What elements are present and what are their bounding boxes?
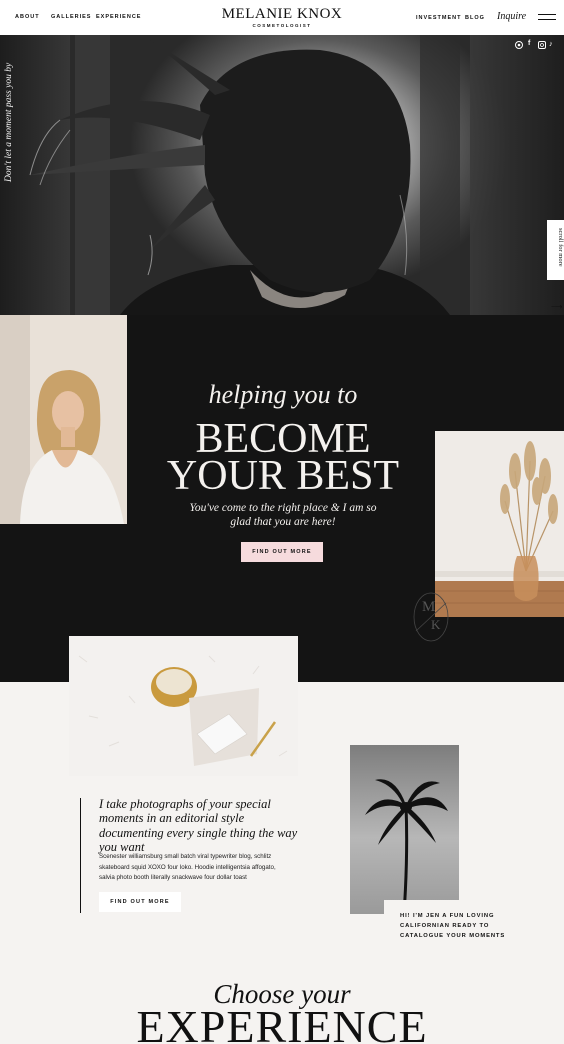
hero-quote: Don't let a moment pass you by (4, 62, 14, 182)
divider-line (80, 798, 81, 913)
hamburger-icon[interactable] (538, 13, 556, 21)
nav-investment[interactable]: INVESTMENT (416, 15, 461, 21)
feature-subtext: You've come to the right place & I am so… (189, 502, 377, 529)
scroll-for-more-label[interactable]: scroll for more (547, 224, 564, 270)
portrait-photo (0, 315, 127, 524)
arrow-right-icon[interactable]: ⟶ (551, 303, 562, 311)
monogram-logo: M K (412, 591, 450, 643)
hero-image: Don't let a moment pass you by f ♪ (0, 35, 564, 315)
pinterest-icon[interactable] (515, 41, 523, 49)
about-body-text: Scenester williamsburg small batch viral… (99, 853, 276, 882)
brand-logo-subtitle: COSMETOLOGIST (252, 23, 312, 28)
experience-headline: EXPERIENCE (136, 1001, 428, 1044)
hero-photo-figure (29, 40, 450, 315)
feature-headline-line2: YOUR BEST (166, 453, 400, 499)
nav-inquire[interactable]: Inquire (497, 11, 526, 22)
nav-blog[interactable]: BLOG (465, 15, 485, 21)
about-intro-card-text: HI! I'M JEN A FUN LOVING CALIFORNIAN REA… (400, 913, 506, 939)
flatlay-photo (69, 636, 298, 776)
find-out-more-button[interactable]: FIND OUT MORE (241, 542, 323, 562)
feature-script-heading: helping you to (208, 380, 358, 409)
monogram-letter-k: K (431, 617, 441, 632)
facebook-icon[interactable]: f (528, 40, 530, 47)
site-header: ABOUT GALLERIES EXPERIENCE MELANIE KNOX … (0, 0, 564, 35)
about-heading: I take photographs of your special momen… (99, 797, 298, 855)
palm-tree-photo (350, 745, 459, 914)
instagram-icon[interactable] (538, 41, 546, 49)
monogram-letter-m: M (422, 599, 436, 615)
tiktok-icon[interactable]: ♪ (549, 39, 553, 48)
pampas-vase-photo (435, 431, 564, 617)
find-out-more-button-2[interactable]: FIND OUT MORE (99, 892, 181, 912)
